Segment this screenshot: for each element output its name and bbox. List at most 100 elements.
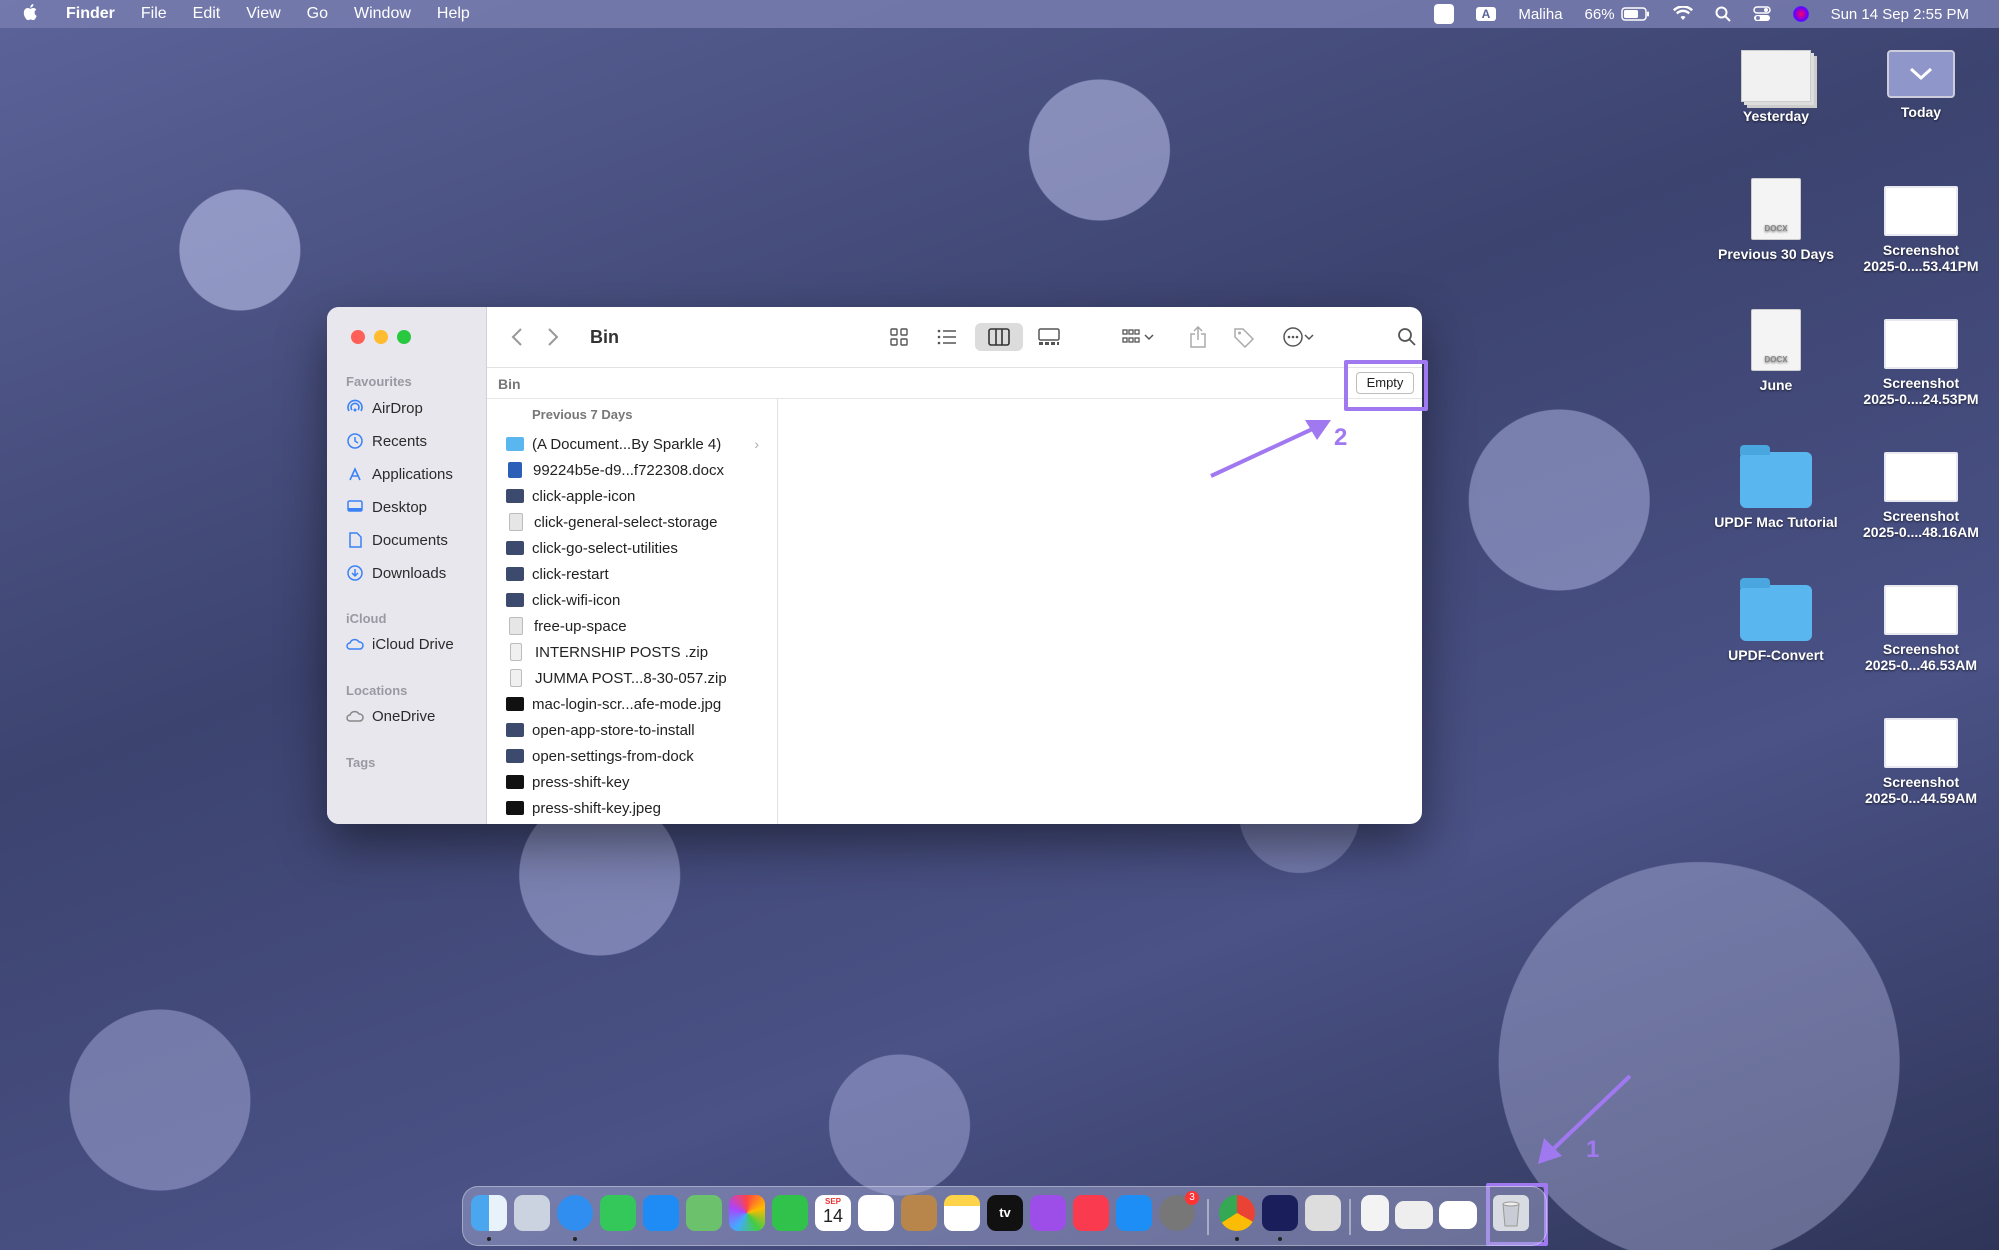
file-name: (A Document...By Sparkle 4) [532,435,722,453]
sidebar-item-icloud-drive[interactable]: iCloud Drive [346,635,454,653]
menu-go[interactable]: Go [307,5,328,23]
forward-button[interactable] [547,327,559,353]
document-icon [509,617,523,635]
tag-button[interactable] [1231,323,1257,351]
minimize-button[interactable] [374,330,388,344]
wifi-icon[interactable] [1672,6,1693,22]
desktop-item-label: UPDF-Convert [1728,647,1824,663]
user-name[interactable]: Maliha [1518,6,1562,23]
list-item[interactable]: click-go-select-utilities [487,535,777,561]
sidebar-item-airdrop[interactable]: AirDrop [346,399,423,417]
list-item[interactable]: INTERNSHIP POSTS .zip [487,639,777,665]
menu-help[interactable]: Help [437,5,470,23]
menu-app-name[interactable]: Finder [66,5,115,23]
input-source-badge[interactable]: A [1475,7,1497,21]
gallery-view-button[interactable] [1033,323,1065,351]
more-actions-button[interactable] [1275,323,1321,351]
document-dock-icon[interactable] [1361,1195,1389,1231]
back-button[interactable] [511,327,523,353]
mail-dock-icon[interactable] [643,1195,679,1231]
maps-dock-icon[interactable] [686,1195,722,1231]
screenshot-dock-icon[interactable] [1439,1201,1477,1229]
contacts-dock-icon[interactable] [901,1195,937,1231]
battery-status[interactable]: 66% [1585,6,1651,23]
launchpad-dock-icon[interactable] [514,1195,550,1231]
menu-window[interactable]: Window [354,5,411,23]
menu-file[interactable]: File [141,5,167,23]
desktop-file-june[interactable]: June [1701,309,1851,393]
desktop-folder-updf-convert[interactable]: UPDF-Convert [1701,578,1851,663]
desktop-stack-today[interactable]: Today [1846,50,1996,120]
control-center-icon[interactable] [1752,6,1771,22]
calendar-month: SEP [824,1197,841,1206]
calendar-dock-icon[interactable]: SEP 14 [815,1195,851,1231]
stack-thumbnail [1741,50,1811,102]
datetime[interactable]: Sun 14 Sep 2:55 PM [1831,6,1969,23]
menu-edit[interactable]: Edit [193,5,221,23]
bin-dock-icon[interactable] [1493,1195,1529,1231]
icon-view-button[interactable] [883,323,915,351]
list-view-button[interactable] [931,323,963,351]
notes-dock-icon[interactable] [944,1195,980,1231]
desktop-folder-updf-mac-tutorial[interactable]: UPDF Mac Tutorial [1701,445,1851,530]
desktop-screenshot-4[interactable]: Screenshot 2025-0...46.53AM [1846,585,1996,673]
close-button[interactable] [351,330,365,344]
facetime-dock-icon[interactable] [772,1195,808,1231]
cloud-icon [346,707,364,725]
list-item[interactable]: click-wifi-icon [487,587,777,613]
finder-dock-icon[interactable] [471,1195,507,1231]
desktop-screenshot-5[interactable]: Screenshot 2025-0...44.59AM [1846,718,1996,806]
chevron-down-icon [1909,67,1933,81]
search-button[interactable] [1394,323,1420,351]
messages-dock-icon[interactable] [600,1195,636,1231]
list-item[interactable]: click-general-select-storage [487,509,777,535]
list-item[interactable]: (A Document...By Sparkle 4) › [487,431,777,457]
sidebar-heading-favourites: Favourites [346,374,412,389]
siri-icon[interactable] [1792,6,1809,22]
list-item[interactable]: open-app-store-to-install [487,717,777,743]
photos-dock-icon[interactable] [729,1195,765,1231]
share-button[interactable] [1185,323,1211,351]
apple-menu-icon[interactable] [22,2,40,27]
list-item[interactable]: mac-login-scr...afe-mode.jpg [487,691,777,717]
desktop-screenshot-2[interactable]: Screenshot 2025-0....24.53PM [1846,319,1996,407]
sidebar-item-recents[interactable]: Recents [346,432,427,450]
list-item[interactable]: press-shift-key.jpeg [487,795,777,821]
search-icon[interactable] [1715,6,1731,22]
list-item[interactable]: 99224b5e-d9...f722308.docx [487,457,777,483]
desktop-stack-yesterday[interactable]: Yesterday [1701,50,1851,124]
sidebar-item-desktop[interactable]: Desktop [346,498,427,516]
preview-dock-icon[interactable] [1305,1195,1341,1231]
updf-menu-icon[interactable] [1433,4,1454,24]
sidebar-item-downloads[interactable]: Downloads [346,564,446,582]
sidebar-item-onedrive[interactable]: OneDrive [346,707,435,725]
menu-view[interactable]: View [246,5,280,23]
podcasts-dock-icon[interactable] [1030,1195,1066,1231]
list-item[interactable]: click-restart [487,561,777,587]
sidebar-item-applications[interactable]: Applications [346,465,453,483]
apple-tv-dock-icon[interactable]: tv [987,1195,1023,1231]
sidebar-item-documents[interactable]: Documents [346,531,448,549]
zoom-button[interactable] [397,330,411,344]
file-name: click-wifi-icon [532,591,621,609]
applications-icon [346,465,364,483]
reminders-dock-icon[interactable] [858,1195,894,1231]
list-item[interactable]: JUMMA POST...8-30-057.zip [487,665,777,691]
desktop-screenshot-3[interactable]: Screenshot 2025-0....48.16AM [1846,452,1996,540]
chrome-dock-icon[interactable] [1219,1195,1255,1231]
list-item[interactable]: click-apple-icon [487,483,777,509]
desktop-screenshot-1[interactable]: Screenshot 2025-0....53.41PM [1846,186,1996,274]
screenshot-dock-icon[interactable] [1395,1201,1433,1229]
list-item[interactable]: press-shift-key [487,769,777,795]
list-item[interactable]: free-up-space [487,613,777,639]
music-dock-icon[interactable] [1073,1195,1109,1231]
list-item[interactable]: open-settings-from-dock [487,743,777,769]
safari-dock-icon[interactable] [557,1195,593,1231]
app-store-dock-icon[interactable] [1116,1195,1152,1231]
group-by-button[interactable] [1115,323,1161,351]
updf-dock-icon[interactable] [1262,1195,1298,1231]
gallery-icon [1038,328,1060,345]
image-icon [506,489,524,503]
desktop-stack-previous-30-days[interactable]: Previous 30 Days [1701,178,1851,262]
column-view-button[interactable] [975,323,1023,351]
